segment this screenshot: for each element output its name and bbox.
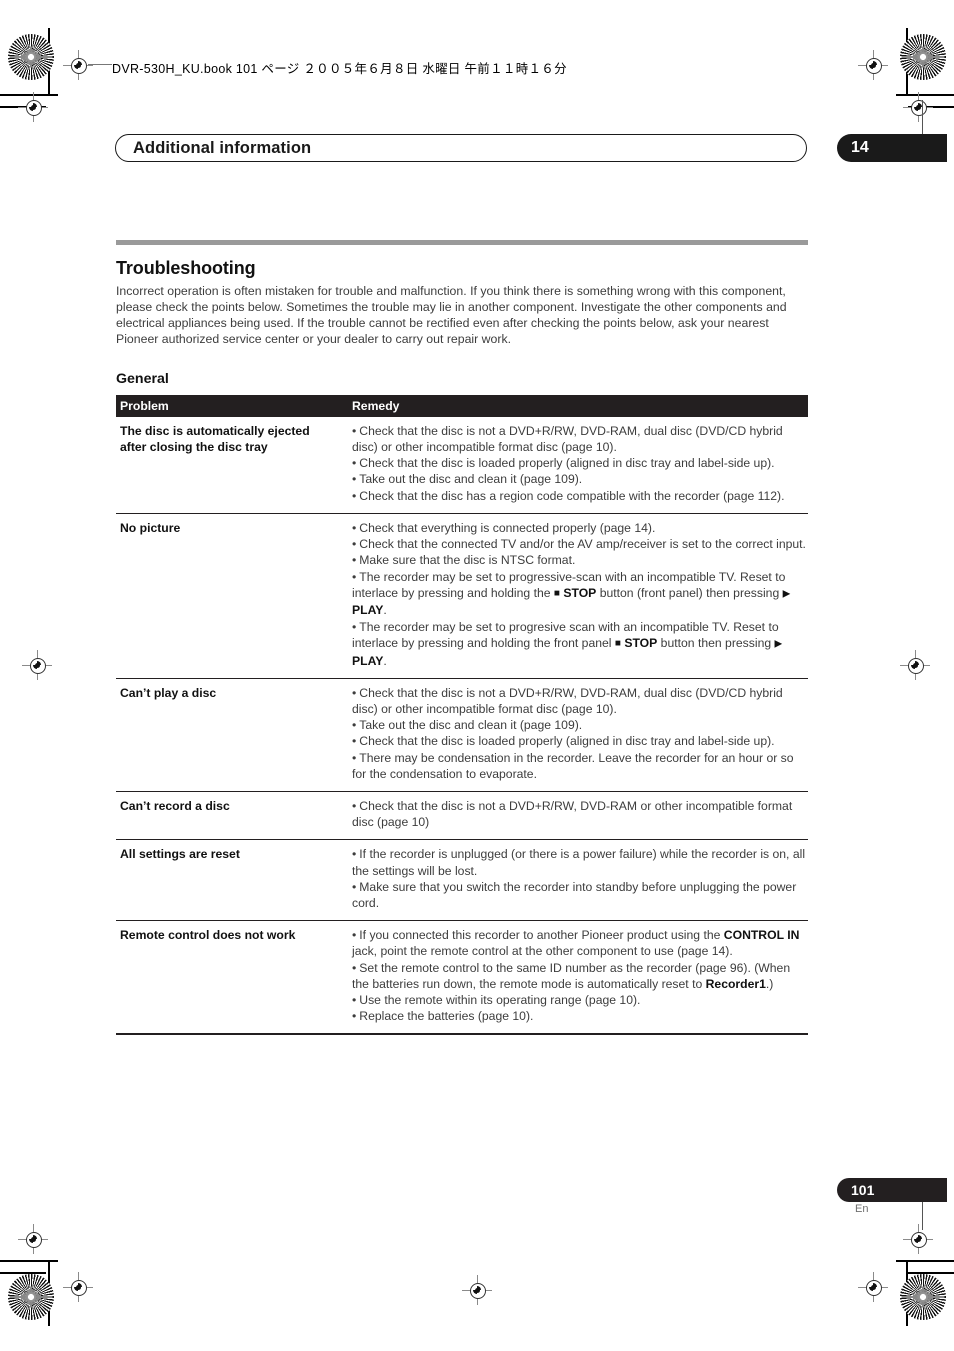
remedy-text: If you connected this recorder to anothe… bbox=[359, 928, 724, 943]
remedy-bullet: Use the remote within its operating rang… bbox=[352, 992, 806, 1008]
table-row: No picture Check that everything is conn… bbox=[116, 512, 808, 679]
registration-mark-bottom-center bbox=[462, 1275, 492, 1305]
registration-mark-bottom-right bbox=[858, 1272, 888, 1302]
remedy-cell: If you connected this recorder to anothe… bbox=[344, 920, 808, 1034]
recorder1-label: Recorder1 bbox=[705, 976, 766, 991]
section-divider-rule bbox=[116, 240, 808, 245]
table-row: Remote control does not work If you conn… bbox=[116, 920, 808, 1034]
remedy-bullet: Check that the connected TV and/or the A… bbox=[352, 536, 806, 552]
remedy-bullet: Take out the disc and clean it (page 109… bbox=[352, 471, 806, 487]
stop-label: STOP bbox=[624, 635, 658, 650]
table-header-row: Problem Remedy bbox=[116, 395, 808, 417]
table-row: Can’t play a disc Check that the disc is… bbox=[116, 677, 808, 792]
problem-cell: All settings are reset bbox=[116, 839, 344, 921]
stop-icon: ■ bbox=[553, 587, 560, 599]
registration-mark-right-upper bbox=[903, 92, 933, 122]
remedy-cell: If the recorder is unplugged (or there i… bbox=[344, 839, 808, 921]
remedy-bullet: Check that the disc is not a DVD+R/RW, D… bbox=[352, 423, 806, 455]
troubleshooting-table: Problem Remedy The disc is automatically… bbox=[116, 395, 808, 1034]
remedy-bullet: Check that the disc is not a DVD+R/RW, D… bbox=[352, 685, 806, 717]
remedy-bullet-progressive-scan-1: The recorder may be set to progressive-s… bbox=[352, 569, 806, 619]
remedy-bullet: Check that the disc is loaded properly (… bbox=[352, 733, 806, 749]
remedy-bullet: Check that the disc is not a DVD+R/RW, D… bbox=[352, 798, 806, 830]
book-info-rule bbox=[88, 64, 112, 65]
section-intro-paragraph: Incorrect operation is often mistaken fo… bbox=[116, 284, 787, 347]
star-target-top-right bbox=[900, 34, 946, 80]
table-bottom-rule bbox=[116, 1033, 808, 1036]
subsection-title-general: General bbox=[116, 371, 169, 388]
stop-icon: ■ bbox=[614, 637, 621, 649]
remedy-text: .) bbox=[765, 976, 774, 991]
table-row: All settings are reset If the recorder i… bbox=[116, 839, 808, 921]
registration-mark-right-lower bbox=[903, 1224, 933, 1254]
remedy-bullet: Make sure that the disc is NTSC format. bbox=[352, 552, 806, 568]
remedy-bullet: Replace the batteries (page 10). bbox=[352, 1008, 806, 1024]
play-label: PLAY bbox=[352, 603, 384, 618]
content-column: Troubleshooting Incorrect operation is o… bbox=[116, 240, 808, 1036]
crop-mark-bottom-right bbox=[884, 1258, 954, 1326]
remedy-bullet-control-in: If you connected this recorder to anothe… bbox=[352, 927, 806, 959]
control-in-label: CONTROL IN bbox=[723, 928, 800, 943]
stop-label: STOP bbox=[563, 585, 597, 600]
table-body: The disc is automatically ejected after … bbox=[116, 417, 808, 1034]
remedy-bullet-remote-id: Set the remote control to the same ID nu… bbox=[352, 960, 806, 992]
table-header: Problem Remedy bbox=[116, 395, 808, 417]
remedy-text: jack, point the remote control at the ot… bbox=[352, 944, 733, 959]
page-language-code: En bbox=[855, 1203, 869, 1215]
remedy-cell: Check that the disc is not a DVD+R/RW, D… bbox=[344, 417, 808, 514]
remedy-cell: Check that the disc is not a DVD+R/RW, D… bbox=[344, 790, 808, 840]
registration-mark-left-upper bbox=[18, 92, 48, 122]
problem-cell: Can’t record a disc bbox=[116, 790, 344, 840]
play-label: PLAY bbox=[352, 653, 384, 668]
play-icon: ▶ bbox=[774, 638, 783, 650]
remedy-cell: Check that the disc is not a DVD+R/RW, D… bbox=[344, 677, 808, 792]
remedy-bullet: Check that the disc has a region code co… bbox=[352, 488, 806, 504]
printer-header-line: DVR-530H_KU.book 101 ページ ２００５年６月８日 水曜日 午… bbox=[112, 62, 567, 76]
remedy-bullet: Take out the disc and clean it (page 109… bbox=[352, 717, 806, 733]
page-number: 101 bbox=[851, 1182, 875, 1198]
remedy-bullet-progressive-scan-2: The recorder may be set to progresive sc… bbox=[352, 619, 806, 669]
column-header-remedy: Remedy bbox=[344, 395, 808, 417]
play-icon: ▶ bbox=[782, 588, 791, 600]
star-target-bottom-right bbox=[900, 1274, 946, 1320]
column-header-problem: Problem bbox=[116, 395, 344, 417]
registration-mark-top-right bbox=[858, 50, 888, 80]
remedy-text: . bbox=[383, 603, 387, 618]
chapter-title: Additional information bbox=[133, 139, 312, 157]
remedy-bullet: If the recorder is unplugged (or there i… bbox=[352, 846, 806, 878]
crop-mark-bottom-left bbox=[0, 1258, 70, 1326]
remedy-bullet: There may be condensation in the recorde… bbox=[352, 750, 806, 782]
crop-mark-top-left bbox=[0, 28, 70, 108]
problem-cell: Can’t play a disc bbox=[116, 677, 344, 792]
remedy-text: button then pressing bbox=[657, 635, 775, 650]
problem-cell: The disc is automatically ejected after … bbox=[120, 423, 310, 455]
remedy-bullet: Check that everything is connected prope… bbox=[352, 520, 806, 536]
registration-mark-top-left bbox=[63, 50, 93, 80]
remedy-cell: Check that everything is connected prope… bbox=[344, 512, 808, 679]
chapter-number: 14 bbox=[851, 139, 869, 156]
registration-mark-left-lower bbox=[18, 1224, 48, 1254]
table-row: The disc is automatically ejected after … bbox=[116, 417, 808, 514]
crop-mark-top-right bbox=[884, 28, 954, 108]
problem-cell: Remote control does not work bbox=[116, 920, 344, 1034]
registration-mark-bottom-left bbox=[63, 1272, 93, 1302]
table-row: Can’t record a disc Check that the disc … bbox=[116, 790, 808, 840]
page-title: Troubleshooting bbox=[116, 258, 256, 278]
remedy-text: button (front panel) then pressing bbox=[596, 585, 783, 600]
registration-mark-right-middle bbox=[900, 650, 930, 680]
problem-cell: No picture bbox=[116, 512, 344, 679]
registration-mark-left-middle bbox=[22, 650, 52, 680]
remedy-text: . bbox=[383, 653, 387, 668]
star-target-top-left bbox=[8, 34, 54, 80]
remedy-bullet: Make sure that you switch the recorder i… bbox=[352, 879, 806, 911]
star-target-bottom-left bbox=[8, 1274, 54, 1320]
remedy-bullet: Check that the disc is loaded properly (… bbox=[352, 455, 806, 471]
